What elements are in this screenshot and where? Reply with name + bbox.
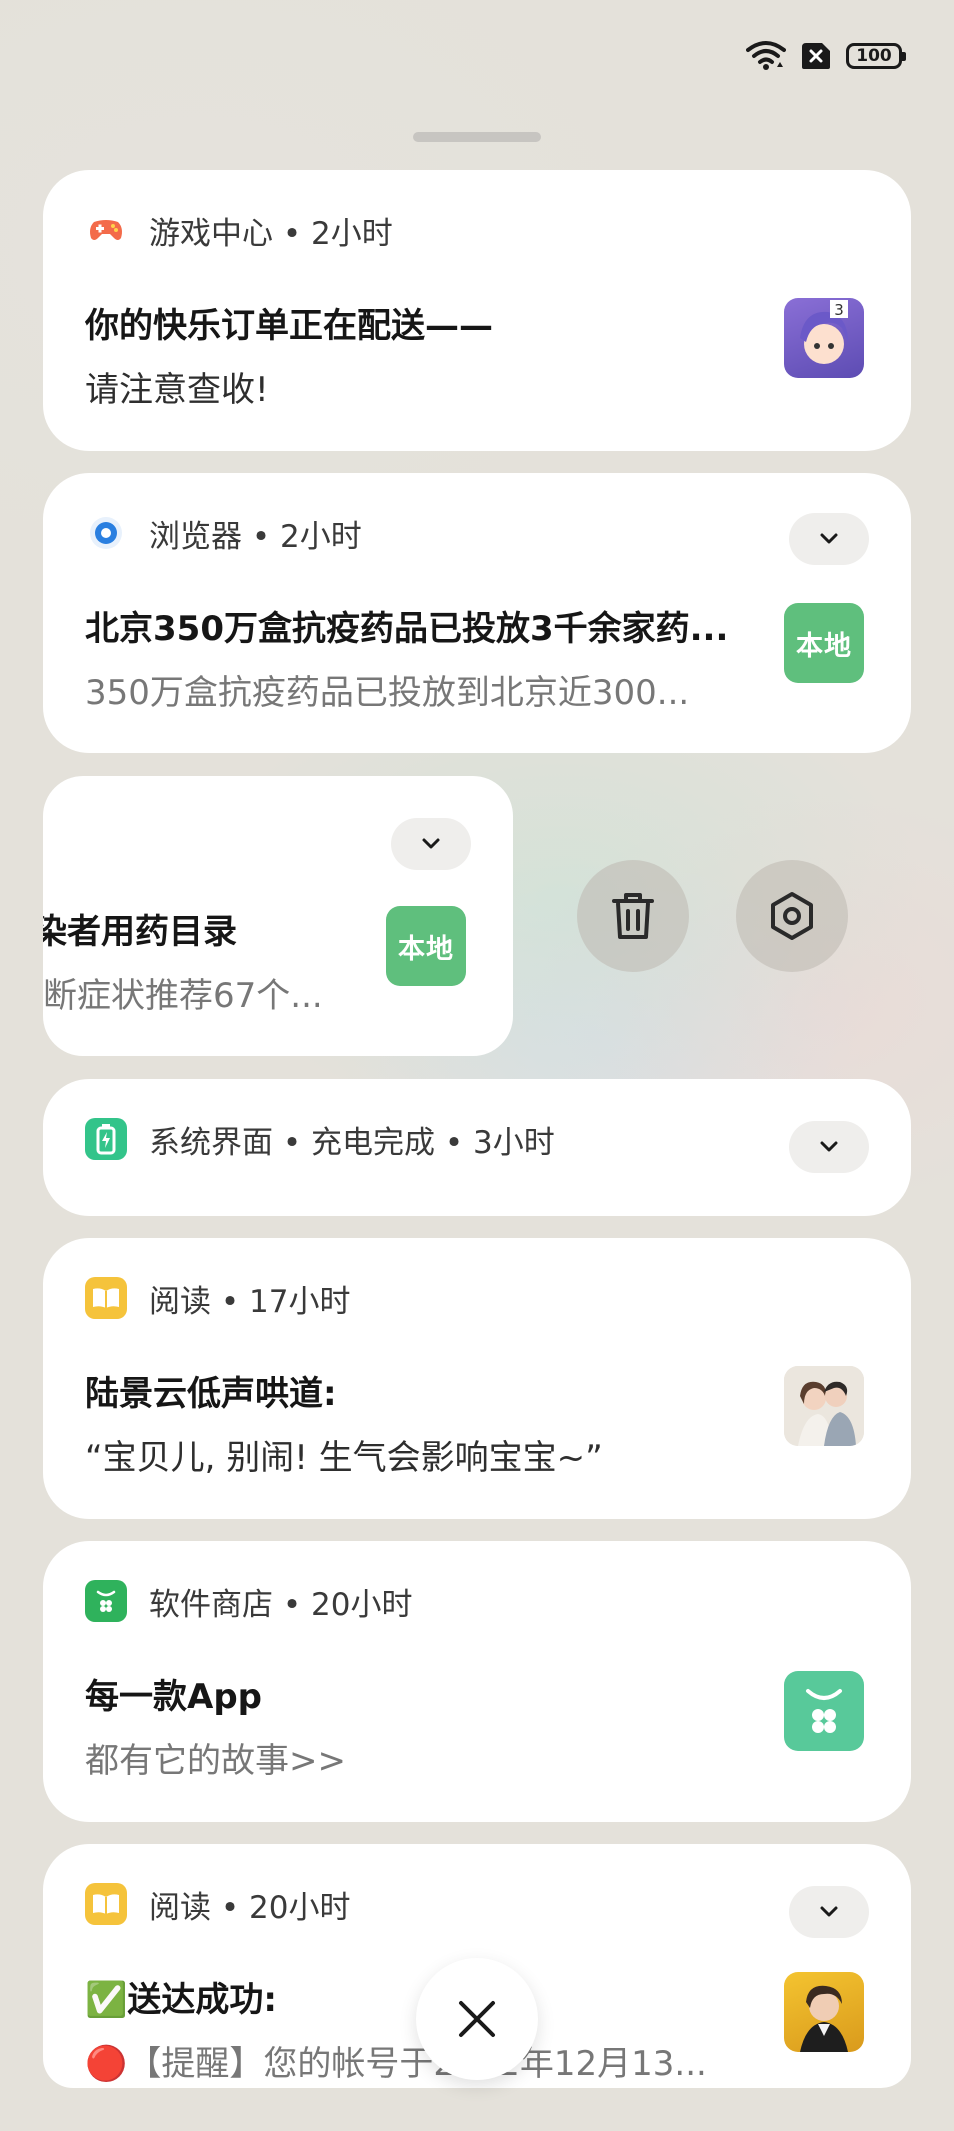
book-icon (85, 1277, 127, 1319)
battery-indicator: 100 (846, 43, 906, 69)
notification-app-meta: 浏览器 • 2小时 (149, 518, 362, 555)
chevron-down-icon (820, 1906, 838, 1917)
chevron-down-icon (820, 533, 838, 544)
notification-title: 你的快乐订单正在配送—— (85, 306, 493, 346)
notification-title: 每一款App (85, 1677, 262, 1717)
expand-button[interactable] (789, 1886, 869, 1938)
notification-card-reading[interactable]: 阅读 • 17小时 陆景云低声哄道: “宝贝儿, 别闹! 生气会影响宝宝~” (43, 1238, 911, 1519)
app-store-icon (85, 1580, 127, 1622)
couple-illustration-thumbnail (784, 1366, 864, 1446)
notification-app-meta: 软件商店 • 20小时 (149, 1586, 413, 1623)
notification-card-game-center[interactable]: 游戏中心 • 2小时 你的快乐订单正在配送—— 请注意查收! 3 (43, 170, 911, 451)
notification-title: 北京350万盒抗疫药品已投放3千余家药... (85, 609, 729, 649)
notification-app-meta: 游戏中心 • 2小时 (149, 215, 393, 252)
notification-title: ✅送达成功: (85, 1980, 277, 2020)
notification-body: 请注意查收! (85, 370, 269, 410)
notification-card-system[interactable]: 系统界面 • 充电完成 • 3小时 (43, 1079, 911, 1216)
notification-header: 软件商店 • 20小时 (85, 1580, 413, 1623)
character-portrait-thumbnail (784, 1972, 864, 2052)
notification-header: 阅读 • 17小时 (85, 1277, 351, 1320)
notification-header: 阅读 • 20小时 (85, 1883, 351, 1926)
trash-icon (612, 893, 654, 939)
battery-charging-icon (85, 1118, 127, 1160)
notification-app-meta: 阅读 • 17小时 (149, 1283, 351, 1320)
notification-title: 染者用药目录 (43, 912, 237, 952)
expand-button[interactable] (391, 818, 471, 870)
anime-character-thumbnail: 3 (784, 298, 864, 378)
store-icon (784, 1671, 864, 1751)
notification-body: “宝贝儿, 别闹! 生气会影响宝宝~” (85, 1438, 603, 1478)
notification-card-browser[interactable]: 浏览器 • 2小时 北京350万盒抗疫药品已投放3千余家药... 350万盒抗疫… (43, 473, 911, 753)
notification-body: 断症状推荐67个... (43, 976, 323, 1016)
notification-body: 都有它的故事>> (85, 1741, 346, 1781)
notification-app-meta: 阅读 • 20小时 (149, 1889, 351, 1926)
notification-header: 系统界面 • 充电完成 • 3小时 (85, 1118, 555, 1161)
notification-title: 陆景云低声哄道: (85, 1374, 337, 1414)
game-controller-icon (85, 209, 127, 251)
chevron-down-icon (820, 1141, 838, 1152)
book-icon (85, 1883, 127, 1925)
notification-settings-button[interactable] (736, 860, 848, 972)
delete-notification-button[interactable] (577, 860, 689, 972)
close-icon (459, 2001, 495, 2037)
local-news-thumbnail: 本地 (386, 906, 466, 986)
svg-text:3: 3 (834, 301, 844, 319)
expand-button[interactable] (789, 513, 869, 565)
clear-all-button[interactable] (416, 1958, 538, 2080)
notification-header: 浏览器 • 2小时 (85, 512, 362, 555)
wifi-icon (746, 41, 786, 70)
notification-app-meta: 系统界面 • 充电完成 • 3小时 (149, 1124, 555, 1161)
no-sim-icon (802, 43, 830, 69)
notification-card-app-store[interactable]: 软件商店 • 20小时 每一款App 都有它的故事>> (43, 1541, 911, 1822)
status-bar: 100 (746, 40, 906, 72)
notification-body: 🔴【提醒】您的帐号于2022年12月13... (85, 2044, 707, 2084)
settings-hexagon-icon (771, 892, 813, 940)
drag-handle[interactable] (413, 132, 541, 142)
notification-body: 350万盒抗疫药品已投放到北京近300... (85, 673, 690, 713)
chevron-down-icon (422, 838, 440, 849)
notification-card-swiped[interactable]: 染者用药目录 断症状推荐67个... 本地 (43, 776, 513, 1056)
browser-icon (85, 512, 127, 554)
expand-button[interactable] (789, 1121, 869, 1173)
notification-header: 游戏中心 • 2小时 (85, 209, 393, 252)
battery-level: 100 (856, 46, 892, 66)
local-news-thumbnail: 本地 (784, 603, 864, 683)
